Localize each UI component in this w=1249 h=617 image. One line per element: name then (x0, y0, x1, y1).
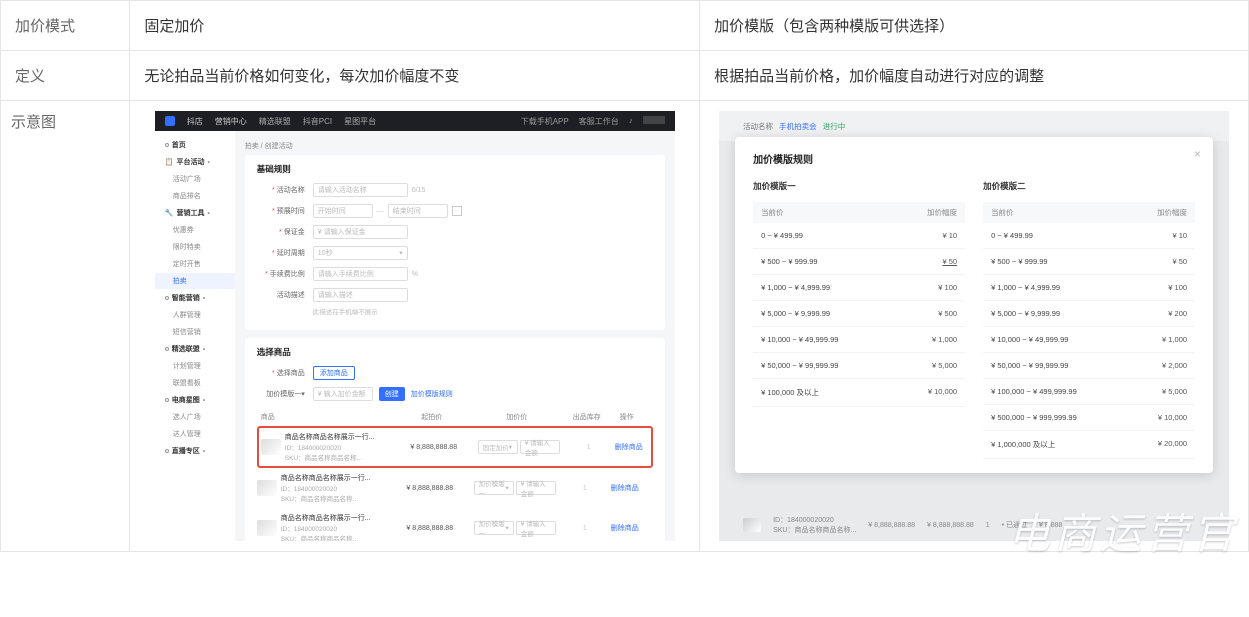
sidebar-item-auction[interactable]: 拍卖 (155, 273, 235, 289)
product-image (257, 520, 277, 536)
mode-select[interactable]: 加价模版一▾ (474, 521, 514, 535)
rule-link[interactable]: 加价模版规则 (411, 389, 453, 399)
col-title: 加价模版一 (753, 180, 965, 192)
sidebar-home[interactable]: 首页 (155, 137, 235, 153)
sidebar-group-smart[interactable]: 智能营销 - (155, 290, 235, 306)
brand-sub: 营销中心 (215, 116, 247, 127)
cell-def-fixed: 无论拍品当前价格如何变化，每次加价幅度不变 (130, 51, 700, 101)
delete-link[interactable]: 删除商品 (609, 442, 649, 452)
product-image (257, 480, 277, 496)
mode-select[interactable]: 加价模版一▾ (474, 481, 514, 495)
comparison-table: 加价模式 固定加价 加价模版（包含两种模版可供选择） 定义 无论拍品当前价格如何… (0, 0, 1249, 552)
cell-mode-template: 加价模版（包含两种模版可供选择） (700, 1, 1249, 51)
main-content: 拍卖 / 创建活动 基础规则 *活动名称请输入活动名称0/15 *预展时间开始时… (235, 131, 675, 541)
label-definition: 定义 (1, 51, 130, 101)
sidebar-item[interactable]: 限时特卖 (155, 239, 235, 255)
table-row-highlighted: 商品名称商品名称展示一行...ID：184000020020SKU：商品名称商品… (257, 426, 653, 468)
topnav-item[interactable]: 抖音PCI (303, 116, 332, 127)
col-title: 加价模版二 (983, 180, 1195, 192)
card-title: 选择商品 (257, 346, 653, 358)
screenshot-template-mode: 活动名称 手机拍卖会 进行中 加价模版规则 × 加价模版一 当前价加价幅度 0 … (719, 111, 1229, 541)
sidebar-group-live[interactable]: 直播专区 - (155, 443, 235, 459)
cell-mode-fixed: 固定加价 (130, 1, 700, 51)
topnav-item[interactable]: 精选联盟 (259, 116, 291, 127)
cell-def-template: 根据拍品当前价格，加价幅度自动进行对应的调整 (700, 51, 1249, 101)
table-row: 商品名称商品名称展示一行...ID：184000020020SKU：商品名称商品… (257, 508, 653, 541)
template-col-1: 加价模版一 当前价加价幅度 0 ~ ¥ 499.99¥ 10 ¥ 500 ~ ¥… (753, 180, 965, 459)
sidebar-item[interactable]: 计划管理 (155, 358, 235, 374)
sidebar-item[interactable]: 联盟看板 (155, 375, 235, 391)
sidebar: 首页 📋 平台活动 - 活动广场 商品排名 🔧 营销工具 - 优惠券 限时特卖 … (155, 131, 235, 541)
sidebar-item[interactable]: 商品排名 (155, 188, 235, 204)
sidebar-group-union[interactable]: 精选联盟 - (155, 341, 235, 357)
delay-select[interactable]: 10秒▾ (313, 246, 408, 260)
bell-icon[interactable]: ♪ (629, 116, 633, 127)
logo-icon (165, 116, 175, 126)
deposit-input[interactable]: ¥ 请输入保证金 (313, 225, 408, 239)
sidebar-item[interactable]: 优惠券 (155, 222, 235, 238)
add-goods-button[interactable]: 添加商品 (313, 366, 355, 380)
sidebar-item[interactable]: 达人管理 (155, 426, 235, 442)
template-col-2: 加价模版二 当前价加价幅度 0 ~ ¥ 499.99¥ 10 ¥ 500 ~ ¥… (983, 180, 1195, 459)
delete-link[interactable]: 删除商品 (605, 523, 645, 533)
delete-link[interactable]: 删除商品 (605, 483, 645, 493)
row-definition: 定义 无论拍品当前价格如何变化，每次加价幅度不变 根据拍品当前价格，加价幅度自动… (1, 51, 1249, 101)
fee-input[interactable]: 请输入手续费比例 (313, 267, 408, 281)
sidebar-group-marketing[interactable]: 🔧 营销工具 - (155, 205, 235, 221)
label-mode: 加价模式 (1, 1, 130, 51)
price-input[interactable]: ¥ 请输入金额 (516, 481, 556, 495)
close-icon[interactable]: × (1194, 147, 1201, 161)
topnav-item[interactable]: 星图平台 (344, 116, 376, 127)
topright-link[interactable]: 下载手机APP (521, 116, 569, 127)
row-mode: 加价模式 固定加价 加价模版（包含两种模版可供选择） (1, 1, 1249, 51)
table-header: 商品起拍价加价价出品库存操作 (257, 408, 653, 426)
calendar-icon[interactable] (452, 206, 462, 216)
sidebar-item[interactable]: 活动广场 (155, 171, 235, 187)
card-select-goods: 选择商品 *选择商品添加商品 加价模版一▾¥ 输入加价金额创建加价模版规则 商品… (245, 338, 665, 541)
sidebar-group-platform[interactable]: 📋 平台活动 - (155, 154, 235, 170)
row-diagram: 示意图 抖店 营销中心 精选联盟 抖音PCI 星图平台 下载手机APP 客服工作… (1, 101, 1249, 552)
sidebar-group-star[interactable]: 电商星图 - (155, 392, 235, 408)
modal-title: 加价模版规则 (753, 151, 1195, 166)
product-image (743, 518, 761, 532)
brand-name: 抖店 (187, 116, 203, 127)
activity-name-input[interactable]: 请输入活动名称 (313, 183, 408, 197)
tpl-price-input[interactable]: ¥ 输入加价金额 (313, 387, 373, 401)
topbar: 抖店 营销中心 精选联盟 抖音PCI 星图平台 下载手机APP 客服工作台 ♪ (155, 111, 675, 131)
sidebar-item[interactable]: 短信营销 (155, 324, 235, 340)
end-time-input[interactable]: 结束时间 (388, 204, 448, 218)
card-basic-rules: 基础规则 *活动名称请输入活动名称0/15 *预展时间开始时间—结束时间 *保证… (245, 155, 665, 330)
bg-product-row: ID：184000020020SKU：商品名称商品名称... ¥ 8,888,8… (743, 515, 1229, 535)
sidebar-item[interactable]: 选人广场 (155, 409, 235, 425)
topright-link[interactable]: 客服工作台 (579, 116, 619, 127)
breadcrumb: 拍卖 / 创建活动 (245, 141, 665, 151)
desc-input[interactable]: 请输入描述 (313, 288, 408, 302)
sidebar-item[interactable]: 定时开售 (155, 256, 235, 272)
table-row: 商品名称商品名称展示一行...ID：184000020020SKU：商品名称商品… (257, 468, 653, 508)
product-image (261, 439, 281, 455)
card-title: 基础规则 (257, 163, 653, 175)
screenshot-fixed-mode: 抖店 营销中心 精选联盟 抖音PCI 星图平台 下载手机APP 客服工作台 ♪ … (155, 111, 675, 541)
price-template-modal: 加价模版规则 × 加价模版一 当前价加价幅度 0 ~ ¥ 499.99¥ 10 … (735, 137, 1213, 473)
start-time-input[interactable]: 开始时间 (313, 204, 373, 218)
hint-text: 此描述在手机端不展示 (313, 306, 653, 316)
label-diagram: 示意图 (1, 101, 130, 552)
sidebar-item[interactable]: 人群管理 (155, 307, 235, 323)
user-avatar[interactable] (643, 116, 665, 124)
price-input[interactable]: ¥ 请输入金额 (516, 521, 556, 535)
create-button[interactable]: 创建 (379, 387, 405, 401)
price-input[interactable]: ¥ 请输入金额 (520, 440, 560, 454)
mode-select[interactable]: 固定加价▾ (478, 440, 518, 454)
